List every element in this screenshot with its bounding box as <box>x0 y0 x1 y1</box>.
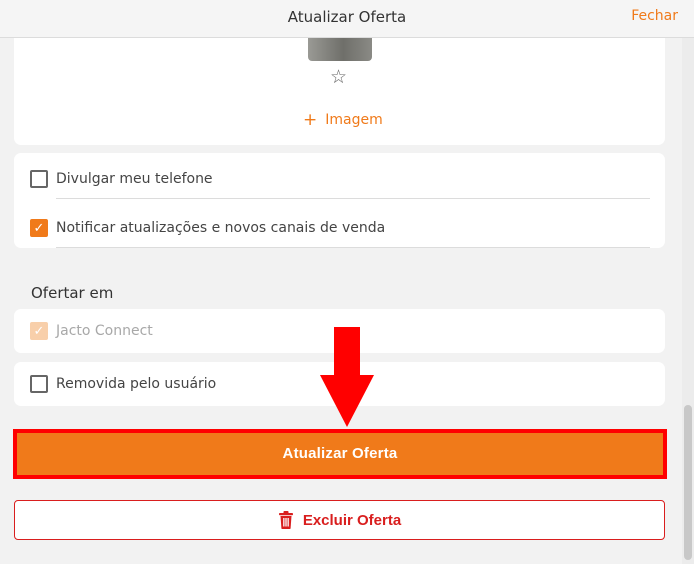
close-button[interactable]: Fechar <box>631 8 678 24</box>
add-image-label: Imagem <box>325 112 383 128</box>
checkbox-checked[interactable]: ✓ <box>30 219 48 237</box>
offer-image-thumbnail[interactable] <box>308 38 372 61</box>
delete-offer-button[interactable]: Excluir Oferta <box>14 500 665 540</box>
option-notify-updates[interactable]: ✓ Notificar atualizações e novos canais … <box>30 216 385 240</box>
channel-label: Removida pelo usuário <box>56 376 217 392</box>
checkbox-unchecked[interactable] <box>30 170 48 188</box>
checkbox-disabled-checked: ✓ <box>30 322 48 340</box>
red-arrow-annotation <box>320 327 374 433</box>
update-offer-label: Atualizar Oferta <box>282 445 398 462</box>
check-icon: ✓ <box>33 323 45 339</box>
channel-option[interactable]: Removida pelo usuário <box>30 372 216 396</box>
modal-title: Atualizar Oferta <box>287 8 407 26</box>
scrollbar-thumb[interactable] <box>684 405 692 560</box>
checkbox-unchecked[interactable] <box>30 375 48 393</box>
option-label: Divulgar meu telefone <box>56 171 213 187</box>
channel-label: Jacto Connect <box>56 323 153 339</box>
check-icon: ✓ <box>33 220 45 236</box>
channel-option: ✓ Jacto Connect <box>30 319 153 343</box>
update-offer-button[interactable]: Atualizar Oferta <box>13 429 667 479</box>
section-title: Ofertar em <box>31 284 114 302</box>
delete-offer-label: Excluir Oferta <box>302 511 402 529</box>
modal-header: Atualizar Oferta Fechar <box>0 0 694 38</box>
add-image-button[interactable]: + Imagem <box>303 109 383 130</box>
trash-icon <box>278 511 294 529</box>
option-share-phone[interactable]: Divulgar meu telefone <box>30 167 213 191</box>
options-card: Divulgar meu telefone ✓ Notificar atuali… <box>14 153 665 248</box>
divider <box>56 247 650 248</box>
divider <box>56 198 650 199</box>
star-outline-icon[interactable]: ☆ <box>330 66 347 88</box>
option-label: Notificar atualizações e novos canais de… <box>56 220 386 236</box>
plus-icon: + <box>303 110 318 130</box>
image-card: ☆ + Imagem <box>14 38 665 145</box>
